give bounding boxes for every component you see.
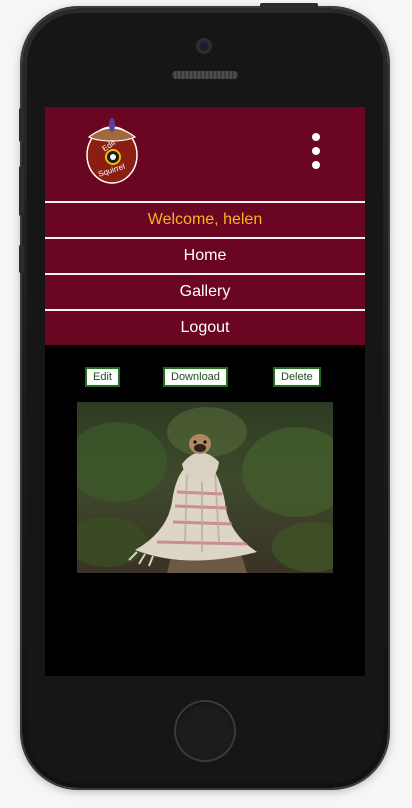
mute-switch bbox=[19, 108, 24, 142]
speaker-grille bbox=[172, 71, 238, 79]
menu-dot bbox=[312, 147, 320, 155]
gallery-photo bbox=[77, 402, 333, 573]
app-screen: Edit Squirrel Welcome, helen Home Galler… bbox=[45, 107, 365, 676]
image-actions: Edit Download Delete bbox=[45, 367, 365, 387]
volume-down-button bbox=[19, 245, 24, 273]
home-button[interactable] bbox=[174, 700, 236, 762]
kebab-menu-icon[interactable] bbox=[307, 133, 325, 173]
menu-dot bbox=[312, 133, 320, 141]
nav-menu: Welcome, helen Home Gallery Logout bbox=[45, 201, 365, 345]
acorn-logo-icon[interactable]: Edit Squirrel bbox=[83, 115, 143, 185]
front-camera-icon bbox=[196, 38, 212, 54]
nav-item-home[interactable]: Home bbox=[45, 237, 365, 273]
power-button bbox=[260, 3, 318, 9]
nav-item-logout[interactable]: Logout bbox=[45, 309, 365, 345]
nav-item-gallery[interactable]: Gallery bbox=[45, 273, 365, 309]
app-header: Edit Squirrel bbox=[45, 107, 365, 201]
delete-button[interactable]: Delete bbox=[273, 367, 321, 387]
welcome-message: Welcome, helen bbox=[45, 201, 365, 237]
menu-dot bbox=[312, 161, 320, 169]
edit-button[interactable]: Edit bbox=[85, 367, 120, 387]
volume-up-button bbox=[19, 166, 24, 216]
download-button[interactable]: Download bbox=[163, 367, 228, 387]
